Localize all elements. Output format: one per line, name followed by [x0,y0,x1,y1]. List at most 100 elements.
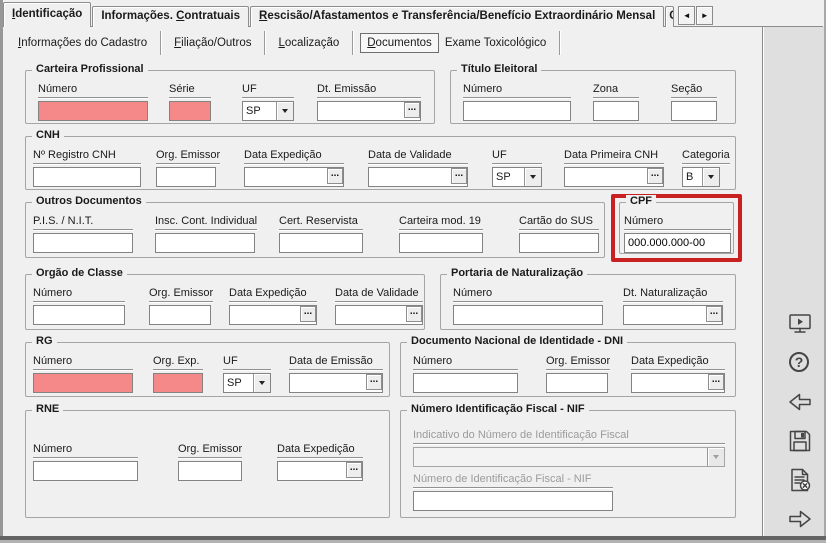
field-cnh-categoria: Categoria B [682,149,730,187]
dni-numero-input[interactable] [413,373,518,393]
rg-uf-select[interactable]: SP [223,373,271,393]
field-dni-data-expedicao: Data Expedição ... [631,355,725,393]
outros-carteira19-input[interactable] [399,233,483,253]
orgao-data-expedicao-picker-button[interactable]: ... [300,306,316,322]
dni-data-expedicao-picker-button[interactable]: ... [708,374,724,390]
navigate-next-button[interactable] [786,505,814,533]
field-label: Data de Validade [335,287,423,302]
outros-pis-input[interactable] [33,233,133,253]
tab-rescisao-afastamentos[interactable]: Rescisão/Afastamentos e Transferência/Be… [250,6,665,27]
field-label: Número [624,215,731,230]
delete-record-button[interactable] [786,466,814,494]
tab-scroll-left-button[interactable]: ◄ [678,6,696,25]
orgao-org-emissor-input[interactable] [149,305,211,325]
chevron-down-icon[interactable] [524,168,541,186]
titulo-secao-input[interactable] [671,101,717,121]
field-label: P.I.S. / N.I.T. [33,215,133,230]
dni-org-emissor-input[interactable] [546,373,608,393]
subtab-localizacao[interactable]: Localização [272,34,345,52]
tab-scroll-right-button[interactable]: ► [696,6,714,25]
chevron-down-icon[interactable] [253,374,270,392]
arrow-right-icon [789,510,811,528]
field-label: Número de Identificação Fiscal - NIF [413,473,613,488]
subtab-exame-toxicologico[interactable]: Exame Toxicológico [439,34,552,52]
field-cnh-registro: Nº Registro CNH [33,149,141,187]
sub-tab-bar: Informações do Cadastro Filiação/Outros … [3,27,762,58]
chevron-down-icon[interactable] [702,168,719,186]
field-cnh-data-primeira: Data Primeira CNH ... [564,149,664,187]
field-label: Número [463,83,571,98]
group-titulo-eleitoral: Título Eleitoral Número Zona Seção [450,63,736,124]
rg-numero-input[interactable] [33,373,133,393]
field-outros-pis: P.I.S. / N.I.T. [33,215,133,253]
tab-identificacao[interactable]: Identificação [3,2,92,27]
carteira-serie-input[interactable] [169,101,211,121]
field-rne-data-expedicao: Data Expedição ... [277,443,363,481]
subtab-label: iliação/Outros [181,36,252,49]
save-button[interactable] [786,427,814,455]
outros-cert-input[interactable] [279,233,363,253]
field-cnh-org-emissor: Org. Emissor [156,149,221,187]
nif-numero-input[interactable] [413,491,613,511]
orgao-numero-input[interactable] [33,305,125,325]
subtab-filiacao-outros[interactable]: Filiação/Outros [168,34,257,52]
field-dni-numero: Número [413,355,518,393]
carteira-uf-select[interactable]: SP [242,101,294,121]
cnh-categoria-select[interactable]: B [682,167,720,187]
orgao-data-validade-picker-button[interactable]: ... [406,306,422,322]
cnh-data-validade-picker-button[interactable]: ... [451,168,467,184]
screen-preview-button[interactable] [786,310,814,338]
cnh-org-emissor-input[interactable] [156,167,216,187]
field-cnh-data-expedicao: Data Expedição ... [244,149,344,187]
tab-clipped[interactable]: C [665,6,675,27]
nif-indicativo-select [413,447,725,467]
navigate-previous-button[interactable] [786,388,814,416]
cnh-data-expedicao-picker-button[interactable]: ... [327,168,343,184]
combo-value: SP [246,105,261,117]
rg-data-emissao-picker-button[interactable]: ... [366,374,382,390]
chevron-down-icon [707,448,724,466]
field-label: Dt. Naturalização [623,287,723,302]
subtab-label: ocumentos [375,36,432,49]
carteira-numero-input[interactable] [38,101,148,121]
help-button[interactable]: ? [786,349,814,377]
field-orgao-numero: Número [33,287,125,325]
titulo-numero-input[interactable] [463,101,571,121]
field-label: Dt. Emissão [317,83,421,98]
subtab-documentos[interactable]: Documentos [360,32,439,53]
tab-label: escisão/Afastamentos e Transferência/Ben… [267,10,656,22]
field-label: Data Expedição [229,287,317,302]
field-label: Data de Emissão [289,355,383,370]
field-label: Org. Emissor [149,287,214,302]
cnh-data-primeira-picker-button[interactable]: ... [647,168,663,184]
titulo-zona-input[interactable] [593,101,639,121]
field-titulo-numero: Número [463,83,571,121]
field-carteira-uf: UF SP [242,83,294,121]
cnh-uf-select[interactable]: SP [492,167,542,187]
rg-org-exp-input[interactable] [153,373,203,393]
cnh-registro-input[interactable] [33,167,141,187]
rne-numero-input[interactable] [33,461,138,481]
subtab-informacoes-do-cadastro[interactable]: Informações do Cadastro [12,34,153,52]
field-label: Número [33,287,125,302]
chevron-down-icon[interactable] [276,102,293,120]
field-rne-numero: Número [33,443,138,481]
carteira-dt-emissao-picker-button[interactable]: ... [404,102,420,118]
field-portaria-dt-naturalizacao: Dt. Naturalização ... [623,287,723,325]
field-label: Nº Registro CNH [33,149,141,164]
field-label: Org. Emissor [178,443,243,458]
portaria-dt-naturalizacao-picker-button[interactable]: ... [706,306,722,322]
outros-sus-input[interactable] [519,233,599,253]
rne-org-emissor-input[interactable] [178,461,242,481]
help-glyph: ? [794,354,804,370]
cpf-numero-input[interactable] [624,233,731,253]
outros-insc-input[interactable] [155,233,255,253]
rne-data-expedicao-picker-button[interactable]: ... [346,462,362,478]
group-rne: RNE Número Org. Emissor Data Expedição .… [25,403,390,518]
field-label: Org. Emissor [546,355,611,370]
group-title: Outros Documentos [32,195,146,207]
employee-documents-window: Identificação Informações. Contratuais R… [0,0,826,543]
tab-informacoes-contratuais[interactable]: Informações. Contratuais [92,6,249,27]
portaria-numero-input[interactable] [453,305,603,325]
group-portaria-naturalizacao: Portaria de Naturalização Número Dt. Nat… [440,267,736,330]
